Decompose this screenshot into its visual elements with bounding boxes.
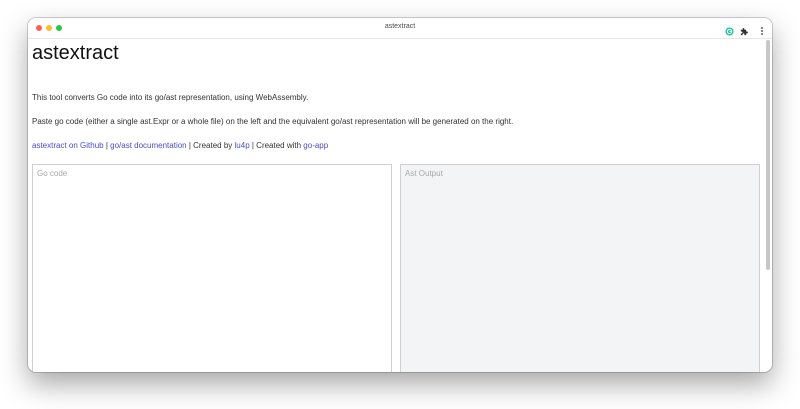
ast-output[interactable]: Ast Output: [400, 164, 760, 372]
github-link[interactable]: astextract on Github: [32, 141, 104, 150]
puzzle-piece-icon[interactable]: [739, 23, 748, 36]
instructions-text: Paste go code (either a single ast.Expr …: [32, 117, 514, 126]
go-code-placeholder: Go code: [37, 169, 68, 178]
go-code-input[interactable]: Go code: [32, 164, 392, 372]
title-bar: astextract: [28, 18, 772, 39]
links-row: astextract on Github | go/ast documentat…: [32, 141, 328, 151]
grammarly-icon[interactable]: [725, 23, 734, 36]
more-vertical-icon[interactable]: [758, 23, 766, 35]
created-with-text: | Created with: [249, 141, 304, 150]
created-by-text: | Created by: [186, 141, 235, 150]
browser-window: astextract astextract This tool converts…: [28, 18, 772, 372]
go-app-link[interactable]: go-app: [303, 141, 328, 150]
intro-text: This tool converts Go code into its go/a…: [32, 93, 309, 102]
ast-output-placeholder: Ast Output: [405, 169, 443, 178]
page-title: astextract: [32, 42, 119, 64]
author-link[interactable]: lu4p: [235, 141, 250, 150]
go-ast-docs-link[interactable]: go/ast documentation: [110, 141, 187, 150]
page-scrollbar[interactable]: [766, 40, 770, 270]
page-content: astextract This tool converts Go code in…: [32, 39, 760, 372]
window-title: astextract: [384, 23, 416, 30]
